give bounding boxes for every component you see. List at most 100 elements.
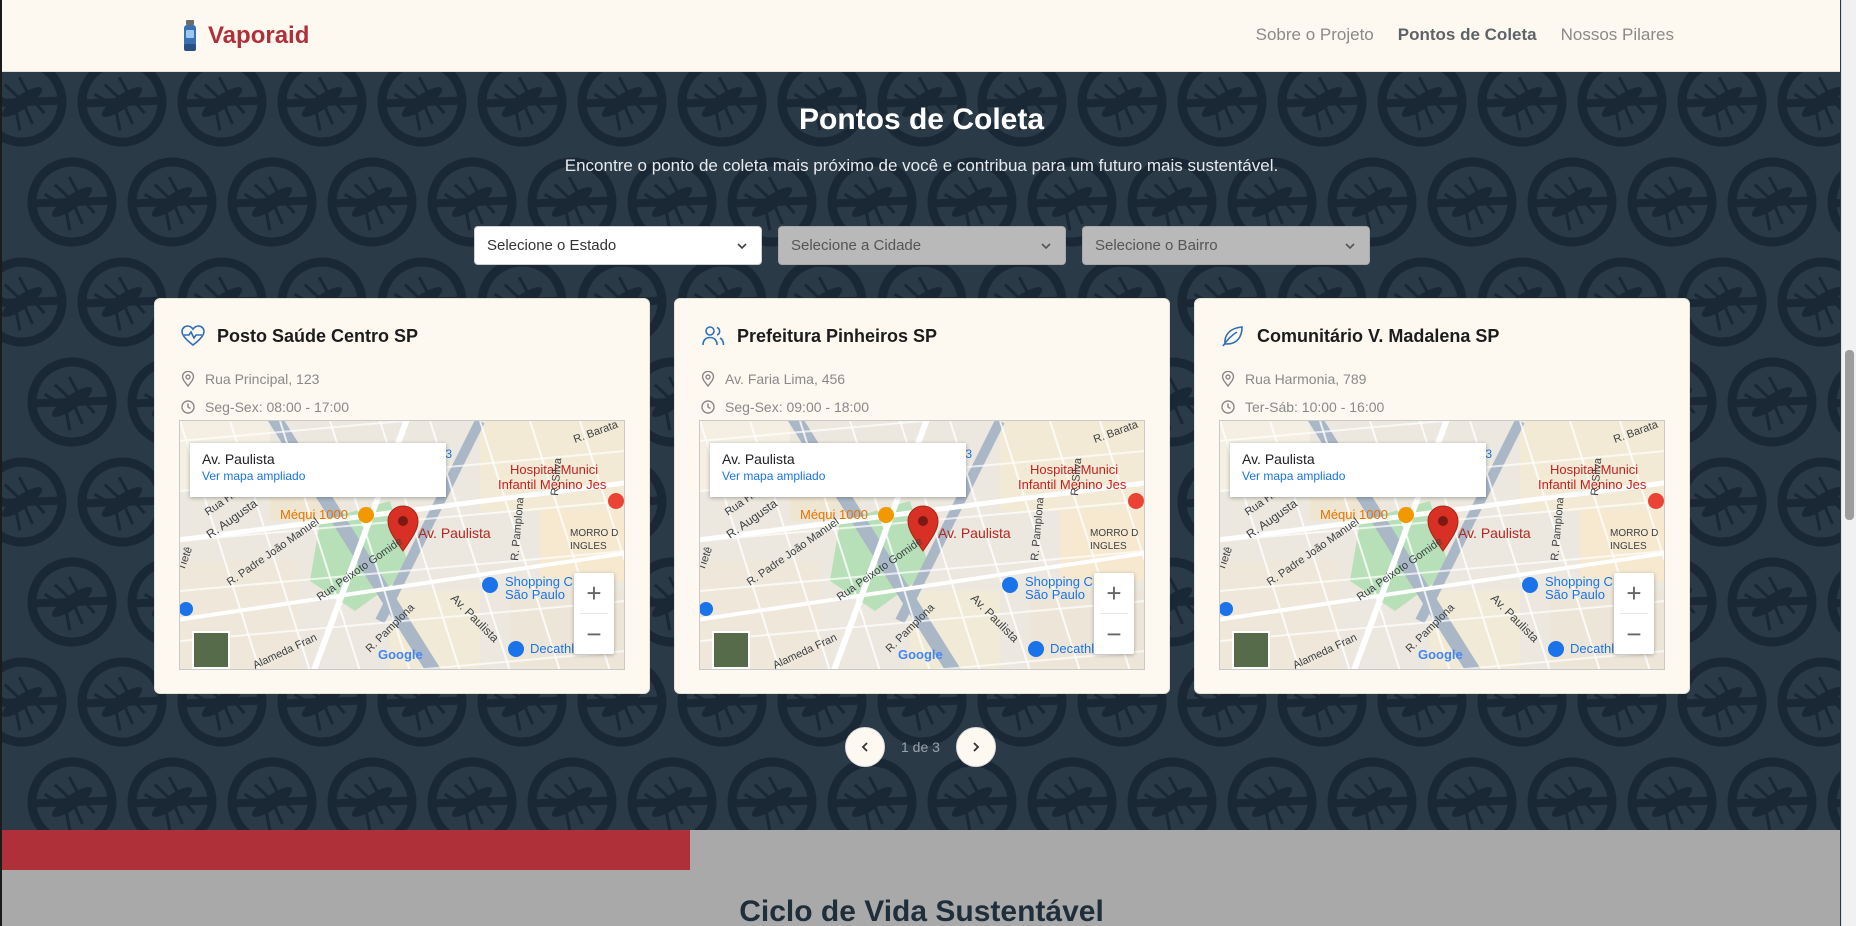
lifecycle-section-title: Ciclo de Vida Sustentável — [739, 895, 1104, 926]
hours-text: Ter-Sáb: 10:00 - 16:00 — [1245, 399, 1385, 415]
scroll-progress-bar — [2, 830, 690, 870]
clock-icon — [181, 400, 195, 414]
neighborhood-select-value: Selecione o Bairro — [1095, 237, 1218, 254]
city-select[interactable]: Selecione a Cidade — [778, 226, 1066, 265]
svg-text:INGLES: INGLES — [570, 541, 607, 552]
page-indicator: 1 de 3 — [901, 739, 940, 755]
svg-text:São Paulo: São Paulo — [505, 587, 565, 602]
vape-icon — [182, 20, 198, 52]
card-header: Comunitário V. Madalena SP — [1221, 325, 1499, 347]
svg-text:MORRO D: MORRO D — [1610, 528, 1658, 539]
hours-text: Seg-Sex: 09:00 - 18:00 — [725, 399, 869, 415]
location-filters: Selecione o Estado Selecione a Cidade Se… — [474, 226, 1370, 265]
leaf-icon — [1222, 326, 1243, 347]
card-title: Prefeitura Pinheiros SP — [737, 325, 938, 346]
chevron-down-icon — [1345, 243, 1355, 250]
clock-icon — [1221, 400, 1235, 414]
svg-text:Av. Paulista: Av. Paulista — [1458, 525, 1531, 541]
map-info-box: Av. Paulista Ver mapa ampliado — [1230, 443, 1486, 497]
brand[interactable]: Vaporaid — [182, 20, 309, 52]
satellite-toggle[interactable] — [1232, 631, 1270, 669]
svg-text:Google: Google — [1418, 647, 1463, 662]
svg-text:São Paulo: São Paulo — [1025, 587, 1085, 602]
hours-text: Seg-Sex: 08:00 - 17:00 — [205, 399, 349, 415]
card-hours: Seg-Sex: 08:00 - 17:00 — [181, 399, 349, 415]
collection-points-list: Posto Saúde Centro SP Rua Principal, 123… — [154, 298, 1690, 694]
card-header: Posto Saúde Centro SP — [181, 325, 418, 347]
map-place-name: Av. Paulista — [722, 451, 795, 467]
nav-pontos-de-coleta[interactable]: Pontos de Coleta — [1398, 25, 1537, 45]
collection-point-card: Comunitário V. Madalena SP Rua Harmonia,… — [1194, 298, 1690, 694]
embedded-map[interactable]: Av. Paulista Méqui 1000 Hospital Munici Inf… — [1219, 420, 1665, 670]
clock-icon — [701, 400, 715, 414]
prev-page-button[interactable] — [845, 727, 885, 767]
address-text: Av. Faria Lima, 456 — [725, 371, 846, 387]
map-pin-icon — [181, 371, 195, 387]
svg-text:Google: Google — [378, 647, 423, 662]
card-title: Comunitário V. Madalena SP — [1257, 325, 1500, 346]
chevron-down-icon — [737, 243, 747, 250]
map-zoom-controls: + − — [574, 573, 614, 654]
card-hours: Ter-Sáb: 10:00 - 16:00 — [1221, 399, 1384, 415]
card-title: Posto Saúde Centro SP — [217, 325, 419, 346]
users-icon — [702, 326, 725, 346]
map-zoom-controls: + − — [1094, 573, 1134, 654]
satellite-toggle[interactable] — [192, 631, 230, 669]
view-larger-map-link[interactable]: Ver mapa ampliado — [722, 469, 954, 483]
zoom-out-button[interactable]: − — [1094, 614, 1134, 654]
map-info-box: Av. Paulista Ver mapa ampliado — [190, 443, 446, 497]
map-info-box: Av. Paulista Ver mapa ampliado — [710, 443, 966, 497]
svg-text:MORRO D: MORRO D — [1090, 528, 1138, 539]
embedded-map[interactable]: Av. Paulista Méqui 1000 Hospital Munici Inf… — [699, 420, 1145, 670]
heart-pulse-icon — [181, 325, 205, 347]
state-select[interactable]: Selecione o Estado — [474, 226, 762, 265]
embedded-map[interactable]: Av. Paulista Méqui 1000 Hospital Munici Inf… — [179, 420, 625, 670]
zoom-in-button[interactable]: + — [1614, 573, 1654, 613]
map-zoom-controls: + − — [1614, 573, 1654, 654]
svg-text:MORRO D: MORRO D — [570, 528, 618, 539]
map-pin-icon — [1221, 371, 1235, 387]
satellite-toggle[interactable] — [712, 631, 750, 669]
chevron-left-icon — [861, 742, 868, 752]
neighborhood-select[interactable]: Selecione o Bairro — [1082, 226, 1370, 265]
svg-text:INGLES: INGLES — [1090, 541, 1127, 552]
next-page-button[interactable] — [955, 727, 996, 767]
zoom-out-button[interactable]: − — [1614, 614, 1654, 654]
card-address: Rua Harmonia, 789 — [1221, 371, 1366, 387]
map-place-name: Av. Paulista — [1242, 451, 1315, 467]
svg-text:Google: Google — [898, 647, 943, 662]
scrollbar-thumb[interactable] — [1845, 350, 1854, 520]
brand-name: Vaporaid — [208, 22, 310, 49]
svg-text:INGLES: INGLES — [1610, 541, 1647, 552]
view-larger-map-link[interactable]: Ver mapa ampliado — [202, 469, 434, 483]
zoom-out-button[interactable]: − — [574, 614, 614, 654]
svg-text:São Paulo: São Paulo — [1545, 587, 1605, 602]
pagination: 1 de 3 — [845, 727, 996, 767]
address-text: Rua Principal, 123 — [205, 371, 320, 387]
chevron-right-icon — [973, 742, 980, 752]
section-title: Pontos de Coleta — [798, 103, 1045, 136]
top-navbar: Vaporaid Sobre o Projeto Pontos de Colet… — [2, 0, 1840, 72]
zoom-in-button[interactable]: + — [574, 573, 614, 613]
card-address: Rua Principal, 123 — [181, 371, 319, 387]
city-select-value: Selecione a Cidade — [791, 237, 922, 254]
svg-text:Av. Paulista: Av. Paulista — [938, 525, 1011, 541]
nav-sobre-o-projeto[interactable]: Sobre o Projeto — [1256, 25, 1374, 45]
collection-point-card: Posto Saúde Centro SP Rua Principal, 123… — [154, 298, 650, 694]
map-place-name: Av. Paulista — [202, 451, 275, 467]
nav-nossos-pilares[interactable]: Nossos Pilares — [1561, 25, 1674, 45]
page-scrollbar[interactable] — [1841, 0, 1856, 926]
chevron-down-icon — [1041, 243, 1051, 250]
zoom-in-button[interactable]: + — [1094, 573, 1134, 613]
svg-text:Av. Paulista: Av. Paulista — [418, 525, 491, 541]
address-text: Rua Harmonia, 789 — [1245, 371, 1367, 387]
card-address: Av. Faria Lima, 456 — [701, 371, 845, 387]
state-select-value: Selecione o Estado — [487, 237, 617, 254]
main-nav: Sobre o Projeto Pontos de Coleta Nossos … — [1256, 25, 1674, 45]
view-larger-map-link[interactable]: Ver mapa ampliado — [1242, 469, 1474, 483]
section-subtitle: Encontre o ponto de coleta mais próximo … — [564, 156, 1279, 175]
map-pin-icon — [701, 371, 715, 387]
card-hours: Seg-Sex: 09:00 - 18:00 — [701, 399, 869, 415]
card-header: Prefeitura Pinheiros SP — [701, 325, 937, 347]
collection-point-card: Prefeitura Pinheiros SP Av. Faria Lima, … — [674, 298, 1170, 694]
